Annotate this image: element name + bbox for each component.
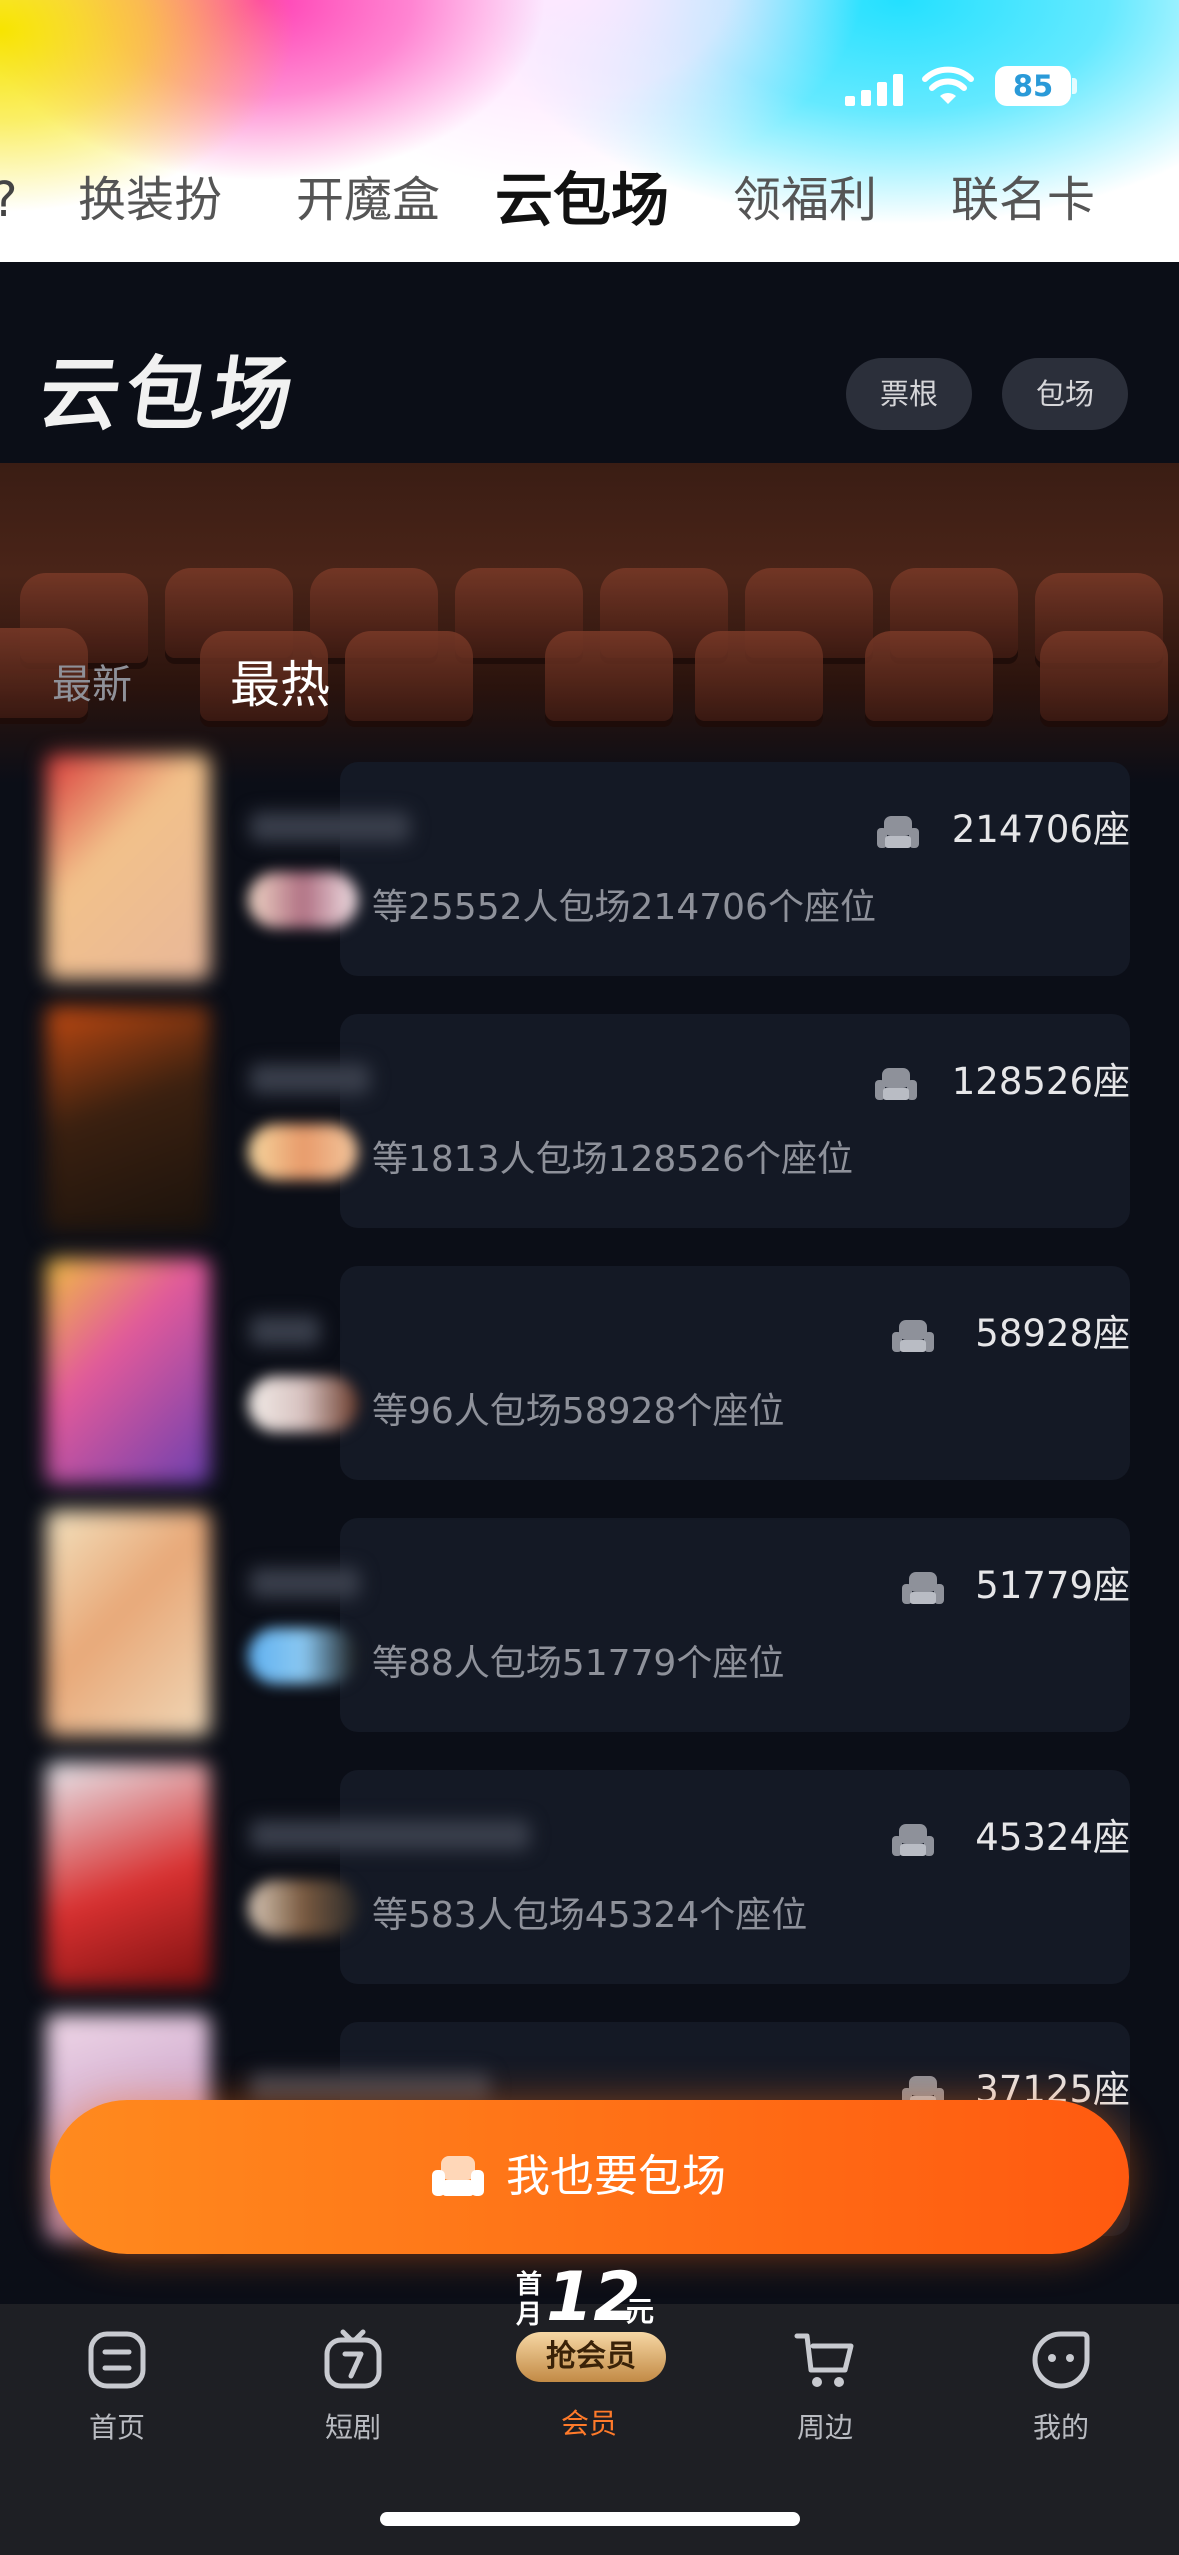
tab-partial-left[interactable]: ? bbox=[0, 160, 17, 240]
promo-month: 月 bbox=[516, 2300, 543, 2330]
cta-label: 我也要包场 bbox=[506, 2151, 726, 2202]
list-card[interactable] bbox=[340, 1770, 1130, 1984]
wifi-icon bbox=[922, 66, 974, 104]
list-card[interactable] bbox=[340, 1014, 1130, 1228]
movie-title-blurred bbox=[250, 812, 410, 842]
seat-count: 214706座 bbox=[951, 808, 1130, 851]
battery-tip bbox=[1072, 78, 1077, 94]
nav-label: 周边 bbox=[796, 2411, 853, 2444]
ticket-stub-button[interactable]: 票根 bbox=[846, 358, 972, 430]
book-screening-button[interactable]: 包场 bbox=[1002, 358, 1128, 430]
profile-icon bbox=[1032, 2331, 1090, 2389]
tab-cloud-screening[interactable]: 云包场 bbox=[495, 160, 669, 240]
seat-count: 58928座 bbox=[975, 1312, 1130, 1355]
list-item[interactable]: 45324座 等583人包场45324个座位 bbox=[0, 1762, 1179, 1988]
movie-title-blurred bbox=[250, 1820, 530, 1850]
theater-seats-banner bbox=[0, 463, 1179, 783]
brand-logo: 云包场 bbox=[33, 348, 305, 441]
list-card[interactable] bbox=[340, 1518, 1130, 1732]
user-avatars bbox=[248, 1124, 358, 1180]
tab-benefits[interactable]: 领福利 bbox=[733, 160, 877, 240]
user-avatars bbox=[248, 1880, 358, 1936]
user-avatars bbox=[248, 872, 358, 928]
battery-indicator: 85 bbox=[995, 66, 1071, 106]
user-avatars bbox=[248, 1628, 358, 1684]
movie-poster[interactable] bbox=[46, 1510, 210, 1736]
movie-poster[interactable] bbox=[46, 754, 210, 980]
seat-icon bbox=[892, 1824, 934, 1856]
list-item[interactable]: 58928座 等96人包场58928个座位 bbox=[0, 1258, 1179, 1484]
booking-description: 等88人包场51779个座位 bbox=[372, 1643, 785, 1684]
top-tab-bar: ? 换装扮 开魔盒 云包场 领福利 联名卡 bbox=[0, 160, 1179, 240]
movie-poster[interactable] bbox=[46, 1258, 210, 1484]
seat-icon bbox=[432, 2156, 484, 2196]
promo-first: 首 bbox=[516, 2270, 543, 2300]
booking-description: 等1813人包场128526个座位 bbox=[372, 1139, 854, 1180]
list-card[interactable] bbox=[340, 1266, 1130, 1480]
booking-description: 等96人包场58928个座位 bbox=[372, 1391, 785, 1432]
tab-co-brand-card[interactable]: 联名卡 bbox=[951, 160, 1095, 240]
movie-title-blurred bbox=[250, 1316, 320, 1346]
tab-magic-box[interactable]: 开魔盒 bbox=[296, 160, 440, 240]
list-card[interactable] bbox=[340, 762, 1130, 976]
signal-icon bbox=[845, 72, 905, 106]
movie-poster[interactable] bbox=[46, 1006, 210, 1232]
list-item[interactable]: 128526座 等1813人包场128526个座位 bbox=[0, 1006, 1179, 1232]
sort-tab-latest[interactable]: 最新 bbox=[52, 650, 132, 720]
movie-poster[interactable] bbox=[46, 1762, 210, 1988]
nav-merch[interactable]: 周边 bbox=[740, 2328, 910, 2488]
seat-count: 51779座 bbox=[975, 1564, 1130, 1607]
nav-short-drama[interactable]: 短剧 bbox=[268, 2328, 438, 2488]
seat-icon bbox=[877, 816, 919, 848]
list-item[interactable]: 51779座 等88人包场51779个座位 bbox=[0, 1510, 1179, 1736]
tv-icon bbox=[324, 2329, 382, 2389]
movie-title-blurred bbox=[250, 1568, 360, 1598]
book-screening-cta-button[interactable]: 我也要包场 bbox=[50, 2100, 1129, 2254]
movie-title-blurred bbox=[250, 2072, 490, 2102]
seat-icon bbox=[875, 1068, 917, 1100]
promo-unit: 元 bbox=[626, 2295, 655, 2328]
home-indicator bbox=[380, 2512, 800, 2526]
tab-dress-up[interactable]: 换装扮 bbox=[78, 160, 222, 240]
cart-icon bbox=[794, 2333, 854, 2387]
home-icon bbox=[88, 2331, 146, 2389]
nav-label: 会员 bbox=[560, 2407, 617, 2440]
nav-label: 首页 bbox=[88, 2411, 145, 2444]
sort-tab-hottest[interactable]: 最热 bbox=[230, 650, 330, 720]
user-avatars bbox=[248, 1376, 358, 1432]
promo-badge: 抢会员 bbox=[516, 2332, 666, 2382]
seat-icon bbox=[892, 1320, 934, 1352]
nav-home[interactable]: 首页 bbox=[32, 2328, 202, 2488]
list-item[interactable]: 214706座 等25552人包场214706个座位 bbox=[0, 754, 1179, 980]
movie-title-blurred bbox=[250, 1064, 370, 1094]
vip-promo-badge[interactable]: 首 月 12 元 抢会员 bbox=[510, 2260, 670, 2386]
seat-icon bbox=[902, 1572, 944, 1604]
nav-label: 短剧 bbox=[324, 2411, 381, 2444]
seat-count: 128526座 bbox=[951, 1060, 1130, 1103]
booking-description: 等25552人包场214706个座位 bbox=[372, 887, 876, 928]
seat-count: 45324座 bbox=[975, 1816, 1130, 1859]
nav-label: 我的 bbox=[1032, 2411, 1089, 2444]
nav-profile[interactable]: 我的 bbox=[976, 2328, 1146, 2488]
booking-description: 等583人包场45324个座位 bbox=[372, 1895, 808, 1936]
